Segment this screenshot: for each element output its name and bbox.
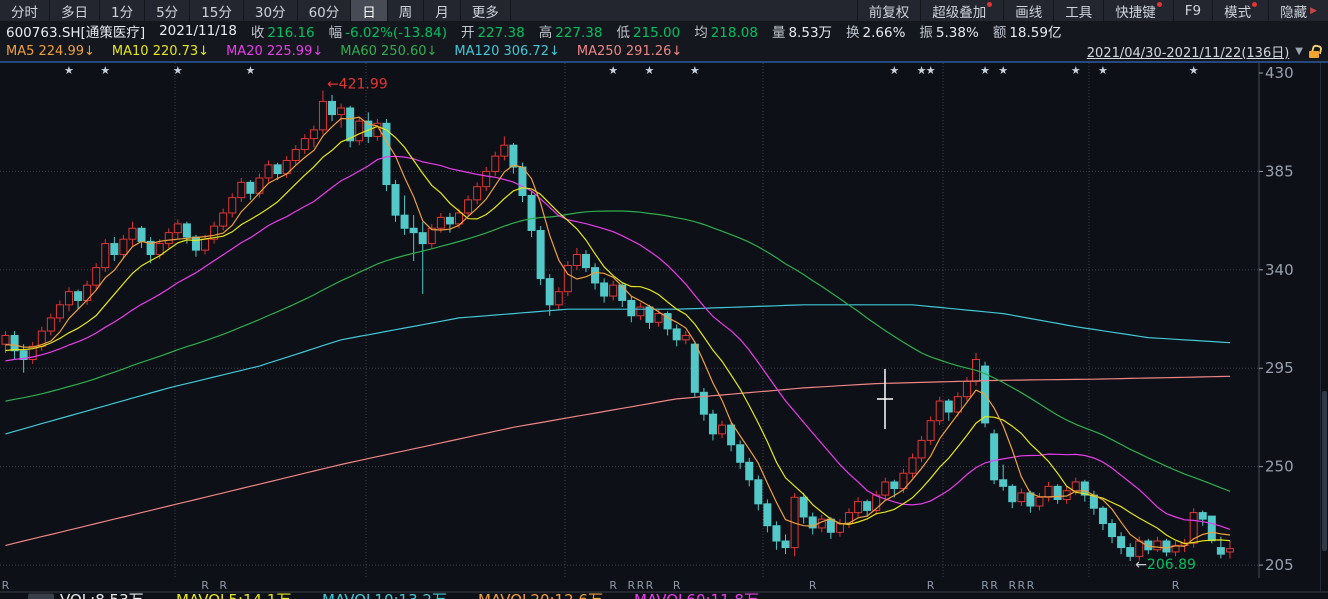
period-button-月[interactable]: 月 (424, 0, 461, 21)
svg-text:★: ★ (100, 64, 110, 77)
period-button-更多[interactable]: 更多 (461, 0, 511, 21)
svg-text:★: ★ (1189, 64, 1199, 77)
price-tick-label: 295 (1265, 359, 1294, 377)
svg-text:★: ★ (64, 64, 74, 77)
open-lock-icon[interactable] (1309, 43, 1323, 58)
quote-info-bar: 600763.SH[通策医疗] 2021/11/18 收 216.16 幅 -6.02… (0, 21, 1328, 41)
period-toolbar: 分时 多日 1分 5分 15分 30分 60分日周月更多 前复权 超级叠加 画线 工具 快捷键 F9 模… (0, 0, 1328, 21)
period-button-1分[interactable]: 1分 (100, 0, 146, 21)
quote-field-振: 振 5.38% (919, 25, 979, 41)
svg-text:★: ★ (690, 64, 700, 77)
quote-field-换: 换 2.66% (846, 25, 906, 41)
svg-text:R: R (990, 579, 998, 592)
price-tick-label: 250 (1265, 458, 1294, 476)
ma-legend-items: MA5 224.99↓ MA10 220.73↓ MA20 225.99↓ MA60 … (6, 44, 699, 59)
period-button-5分[interactable]: 5分 (145, 0, 191, 21)
svg-text:MAVOL5:14.1万: MAVOL5:14.1万 (176, 591, 291, 599)
quote-field-幅: 幅 -6.02%(-13.84) (328, 25, 447, 41)
max-price-annotation: ←421.99 (327, 77, 388, 93)
trading-app-window: 分时 多日 1分 5分 15分 30分 60分日周月更多 前复权 超级叠加 画线 工具 快捷键 F9 模… (0, 0, 1328, 599)
price-tick-label: 340 (1265, 261, 1294, 279)
tool-button-超级叠加[interactable]: 超级叠加 (920, 0, 1003, 21)
min-price-annotation: ←206.89 (1135, 557, 1196, 573)
svg-text:★: ★ (645, 64, 655, 77)
ma-legend-MA20: MA20 225.99↓ (226, 43, 324, 59)
notification-dot-icon (987, 2, 993, 7)
period-button-60分[interactable]: 60分 (298, 0, 352, 21)
svg-text:R: R (927, 579, 935, 592)
notification-dot-icon (1252, 2, 1258, 7)
ma-legend-MA120: MA120 306.72↓ (454, 43, 560, 59)
quote-field-高: 高 227.38 (538, 25, 603, 41)
price-tick-label: 205 (1265, 556, 1294, 574)
chart-canvas[interactable]: 430385340295250205★ ★ ★ ★ ★ ★ ★ ★ ★ ★ ★ ★ ★ ★ ★R R R R R R R… (0, 61, 1328, 599)
price-tick-label: 385 (1265, 162, 1294, 180)
tool-button-快捷键[interactable]: 快捷键 (1103, 0, 1173, 21)
svg-text:R: R (2, 579, 10, 592)
quote-field-收: 收 216.16 (250, 25, 315, 41)
svg-text:★: ★ (980, 64, 990, 77)
volume-pane-button[interactable] (28, 593, 54, 599)
period-button-日[interactable]: 日 (351, 0, 388, 21)
svg-text:R: R (809, 579, 817, 592)
period-button-30分[interactable]: 30分 (244, 0, 298, 21)
price-tick-label: 430 (1265, 64, 1294, 82)
svg-text:★: ★ (245, 64, 255, 77)
svg-text:R: R (1027, 579, 1035, 592)
svg-text:MAVOL60:11.8万: MAVOL60:11.8万 (634, 591, 759, 599)
date-range-text[interactable]: 2021/04/30-2021/11/22(136日) (1087, 42, 1290, 61)
svg-text:★: ★ (926, 64, 936, 77)
ma-legend-MA250: MA250 291.26↓ (576, 43, 683, 59)
date-range-selector[interactable]: 2021/04/30-2021/11/22(136日) ▼ (1087, 42, 1323, 61)
tool-button-隐藏[interactable]: 隐藏 ▶ (1268, 0, 1328, 21)
svg-text:R: R (1018, 579, 1026, 592)
quote-field-均: 均 218.08 (694, 25, 758, 41)
tool-button-画线[interactable]: 画线 (1003, 0, 1053, 21)
tool-button-F9[interactable]: F9 (1172, 0, 1212, 21)
ma-legend-MA10: MA10 220.73↓ (111, 43, 210, 59)
trade-date: 2021/11/18 (159, 23, 237, 39)
candlestick-chart[interactable]: 430 385 340 295 250 205 ★ ★ ★ ★ ★ ★ ★ ★ ★ ★ ★ ★ ★ ★ ★ R R R R R R R… (0, 61, 1328, 599)
svg-text:R: R (1008, 579, 1016, 592)
tools-button-group: 前复权 超级叠加 画线 工具 快捷键 F9 模式 隐藏 ▶ (856, 0, 1328, 21)
tool-button-工具[interactable]: 工具 (1053, 0, 1103, 21)
ma-legend-bar: MA5 224.99↓ MA10 220.73↓ MA20 225.99↓ MA60 … (0, 41, 1328, 61)
svg-text:MAVOL10:13.2万: MAVOL10:13.2万 (322, 591, 447, 599)
svg-text:★: ★ (173, 64, 183, 77)
period-button-15分[interactable]: 15分 (190, 0, 244, 21)
svg-text:★: ★ (998, 64, 1008, 77)
period-button-分时[interactable]: 分时 (0, 0, 50, 21)
svg-text:★: ★ (608, 64, 618, 77)
period-button-周[interactable]: 周 (388, 0, 425, 21)
quote-field-额: 额 18.59亿 (992, 25, 1062, 41)
tool-button-模式[interactable]: 模式 (1212, 0, 1268, 21)
svg-text:R: R (609, 579, 617, 592)
quote-field-开: 开 227.38 (460, 25, 525, 41)
tool-button-前复权[interactable]: 前复权 (856, 0, 921, 21)
svg-text:★: ★ (1098, 64, 1108, 77)
notification-dot-icon (1156, 2, 1162, 7)
expand-right-icon: ▶ (1310, 5, 1317, 16)
svg-text:VOL:8.53万: VOL:8.53万 (60, 591, 144, 599)
svg-text:R: R (1172, 579, 1180, 592)
svg-text:R: R (981, 579, 989, 592)
ma-legend-MA60: MA60 250.60↓ (340, 43, 438, 59)
chevron-down-icon[interactable]: ▼ (1295, 46, 1303, 57)
quote-field-低: 低 215.00 (616, 25, 681, 41)
svg-text:★: ★ (889, 64, 899, 77)
quote-field-量: 量 8.53万 (771, 25, 833, 41)
ma-legend-MA5: MA5 224.99↓ (6, 43, 95, 59)
stock-code: 600763.SH[通策医疗] (6, 25, 146, 41)
period-button-group: 分时 多日 1分 5分 15分 30分 60分日周月更多 (0, 0, 511, 21)
period-button-多日[interactable]: 多日 (50, 0, 100, 21)
scrollbar-handle[interactable] (1322, 391, 1327, 551)
quote-fields: 收 216.16 幅 -6.02%(-13.84) 开 227.38 高 227.38 低 215… (251, 21, 1062, 41)
svg-text:★: ★ (1071, 64, 1081, 77)
svg-text:MAVOL20:12.6万: MAVOL20:12.6万 (478, 591, 603, 599)
